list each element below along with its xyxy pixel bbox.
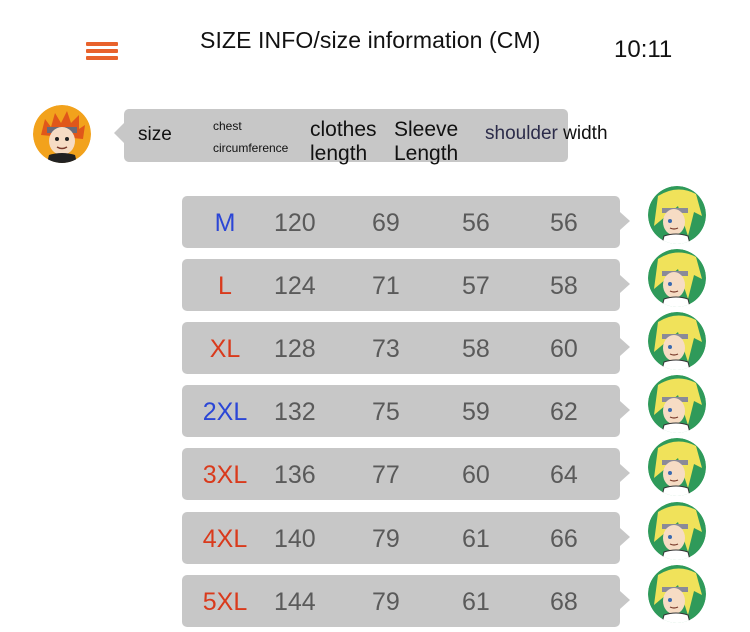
column-length-line2: length: [310, 142, 368, 165]
sleeve-value: 56: [462, 209, 490, 237]
blond-hair-avatar-icon: [648, 375, 706, 433]
shoulder-value: 62: [550, 398, 578, 426]
size-label: L: [218, 272, 232, 300]
shoulder-value: 68: [550, 588, 578, 616]
size-label: 3XL: [202, 461, 248, 489]
size-label: 5XL: [202, 588, 248, 616]
column-shoulder-b: width: [557, 123, 608, 144]
length-value: 71: [372, 272, 400, 300]
chest-value: 128: [274, 335, 316, 363]
sender-avatar: [33, 105, 91, 163]
blond-hair-avatar-icon: [648, 565, 706, 623]
menu-icon[interactable]: [86, 42, 118, 60]
blond-hair-avatar-icon: [648, 312, 706, 370]
size-label: 2XL: [202, 398, 248, 426]
length-value: 73: [372, 335, 400, 363]
length-value: 69: [372, 209, 400, 237]
sleeve-value: 59: [462, 398, 490, 426]
size-label: XL: [209, 335, 241, 363]
length-value: 77: [372, 461, 400, 489]
chest-value: 124: [274, 272, 316, 300]
column-shoulder-a: shoulder: [485, 123, 558, 144]
chest-value: 140: [274, 525, 316, 553]
column-shoulder-width: shoulder width: [485, 123, 608, 145]
size-row: XL 128 73 58 60: [182, 322, 630, 374]
receiver-avatar: [648, 438, 706, 496]
top-bar: SIZE INFO/size information (CM) 10:11: [0, 0, 750, 70]
clock-time: 10:11: [614, 36, 673, 63]
page-title: SIZE INFO/size information (CM): [200, 27, 541, 53]
size-row: M 120 69 56 56: [182, 196, 630, 248]
size-row: 3XL 136 77 60 64: [182, 448, 630, 500]
sleeve-value: 61: [462, 588, 490, 616]
blond-hair-avatar-icon: [648, 249, 706, 307]
column-chest: chest circumference: [213, 119, 297, 155]
shoulder-value: 58: [550, 272, 578, 300]
chest-value: 132: [274, 398, 316, 426]
blond-hair-avatar-icon: [648, 186, 706, 244]
chest-value: 144: [274, 588, 316, 616]
shoulder-value: 56: [550, 209, 578, 237]
column-size: size: [138, 124, 172, 145]
column-clothes-length: clothes length: [310, 118, 390, 166]
length-value: 79: [372, 588, 400, 616]
size-label: 4XL: [202, 525, 248, 553]
shoulder-value: 64: [550, 461, 578, 489]
size-label: M: [214, 209, 236, 237]
length-value: 79: [372, 525, 400, 553]
sleeve-value: 57: [462, 272, 490, 300]
receiver-avatar: [648, 375, 706, 433]
receiver-avatar: [648, 249, 706, 307]
column-chest-line2: circumference: [213, 141, 289, 155]
column-sleeve-line1: Sleeve: [394, 118, 459, 141]
orange-hair-avatar-icon: [33, 105, 91, 163]
size-row: 4XL 140 79 61 66: [182, 512, 630, 564]
shoulder-value: 66: [550, 525, 578, 553]
chest-value: 120: [274, 209, 316, 237]
sleeve-value: 60: [462, 461, 490, 489]
sleeve-value: 58: [462, 335, 490, 363]
size-row: 2XL 132 75 59 62: [182, 385, 630, 437]
shoulder-value: 60: [550, 335, 578, 363]
receiver-avatar: [648, 186, 706, 244]
receiver-avatar: [648, 312, 706, 370]
receiver-avatar: [648, 502, 706, 560]
column-sleeve-line2: Length: [394, 142, 459, 165]
column-length-line1: clothes: [310, 118, 377, 141]
blond-hair-avatar-icon: [648, 438, 706, 496]
sleeve-value: 61: [462, 525, 490, 553]
blond-hair-avatar-icon: [648, 502, 706, 560]
chest-value: 136: [274, 461, 316, 489]
receiver-avatar: [648, 565, 706, 623]
size-row: 5XL 144 79 61 68: [182, 575, 630, 627]
column-chest-line1: chest: [213, 119, 242, 133]
length-value: 75: [372, 398, 400, 426]
size-row: L 124 71 57 58: [182, 259, 630, 311]
column-sleeve-length: Sleeve Length: [394, 118, 474, 166]
